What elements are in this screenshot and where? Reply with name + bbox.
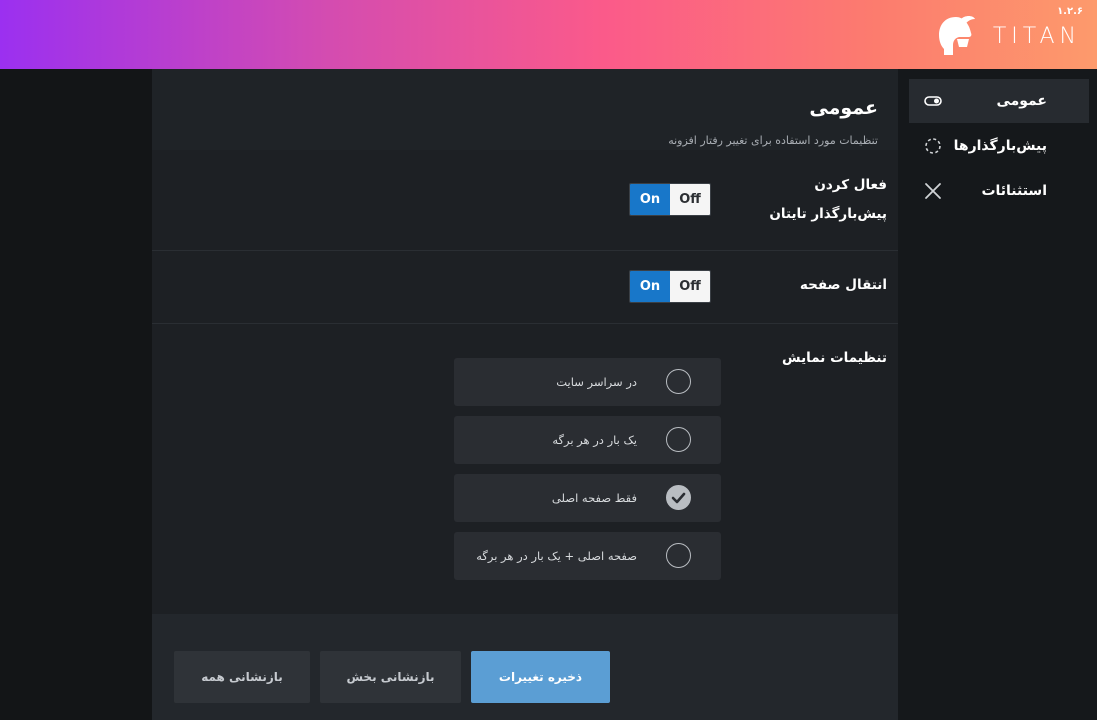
- brand: TITAN: [935, 8, 1081, 64]
- enable-preloader-label: فعال کردن پیش‌بارگذار تایتان: [769, 171, 887, 229]
- sidebar-item-label: عمومی: [996, 93, 1047, 109]
- page-title: عمومی: [809, 97, 878, 119]
- actions-footer: ذخیره تغییرات بازنشانی بخش بازنشانی همه: [152, 614, 898, 720]
- toggle-icon: [923, 91, 943, 111]
- display-settings-label: تنظیمات نمایش: [782, 350, 887, 366]
- enable-preloader-label-line2: پیش‌بارگذار تایتان: [769, 206, 887, 222]
- radio-button[interactable]: [666, 369, 691, 394]
- section-header: عمومی تنظیمات مورد استفاده برای تغییر رف…: [152, 69, 898, 150]
- radio-label: یک بار در هر برگه: [552, 433, 637, 447]
- check-icon: [671, 492, 685, 503]
- radio-label: فقط صفحه اصلی: [551, 491, 637, 505]
- spartan-helmet-icon: [938, 16, 975, 55]
- radio-option-homepage-only[interactable]: فقط صفحه اصلی: [454, 474, 721, 522]
- divider: [152, 250, 898, 251]
- close-icon: [923, 181, 943, 201]
- radio-option-once-per-page[interactable]: یک بار در هر برگه: [454, 416, 721, 464]
- radio-option-homepage-and-once[interactable]: صفحه اصلی + یک بار در هر برگه: [454, 532, 721, 580]
- sidebar-item-exceptions[interactable]: استثنائات: [909, 169, 1089, 213]
- page-transition-label: انتقال صفحه: [799, 277, 887, 293]
- reset-section-button[interactable]: بازنشانی بخش: [320, 651, 461, 703]
- reset-all-button[interactable]: بازنشانی همه: [174, 651, 310, 703]
- brand-name: TITAN: [992, 23, 1081, 49]
- sidebar-item-general[interactable]: عمومی: [909, 79, 1089, 123]
- toggle-off[interactable]: Off: [670, 271, 710, 302]
- radio-button[interactable]: [666, 543, 691, 568]
- left-gutter: [0, 69, 152, 720]
- main-panel: عمومی تنظیمات مورد استفاده برای تغییر رف…: [152, 69, 898, 720]
- divider: [152, 323, 898, 324]
- radio-button[interactable]: [666, 427, 691, 452]
- radio-label: در سراسر سایت: [556, 375, 637, 389]
- loader-icon: [923, 136, 943, 156]
- toggle-off[interactable]: Off: [670, 184, 710, 215]
- radio-button-checked[interactable]: [666, 485, 691, 510]
- radio-label: صفحه اصلی + یک بار در هر برگه: [476, 549, 637, 563]
- radio-option-sitewide[interactable]: در سراسر سایت: [454, 358, 721, 406]
- enable-preloader-toggle[interactable]: On Off: [629, 183, 711, 216]
- save-changes-button[interactable]: ذخیره تغییرات: [471, 651, 610, 703]
- sidebar-item-label: استثنائات: [981, 183, 1047, 199]
- sidebar-item-label: پیش‌بارگذارها: [953, 138, 1047, 154]
- toggle-on[interactable]: On: [630, 271, 670, 302]
- sidebar-item-preloaders[interactable]: پیش‌بارگذارها: [909, 124, 1089, 168]
- enable-preloader-label-line1: فعال کردن: [814, 177, 887, 193]
- toggle-on[interactable]: On: [630, 184, 670, 215]
- page-subtitle: تنظیمات مورد استفاده برای تغییر رفتار اف…: [668, 134, 878, 147]
- sidebar: عمومی پیش‌بارگذارها استثنائات: [898, 69, 1097, 720]
- page-transition-toggle[interactable]: On Off: [629, 270, 711, 303]
- app-header: ۱.۲.۶ TITAN: [0, 0, 1097, 69]
